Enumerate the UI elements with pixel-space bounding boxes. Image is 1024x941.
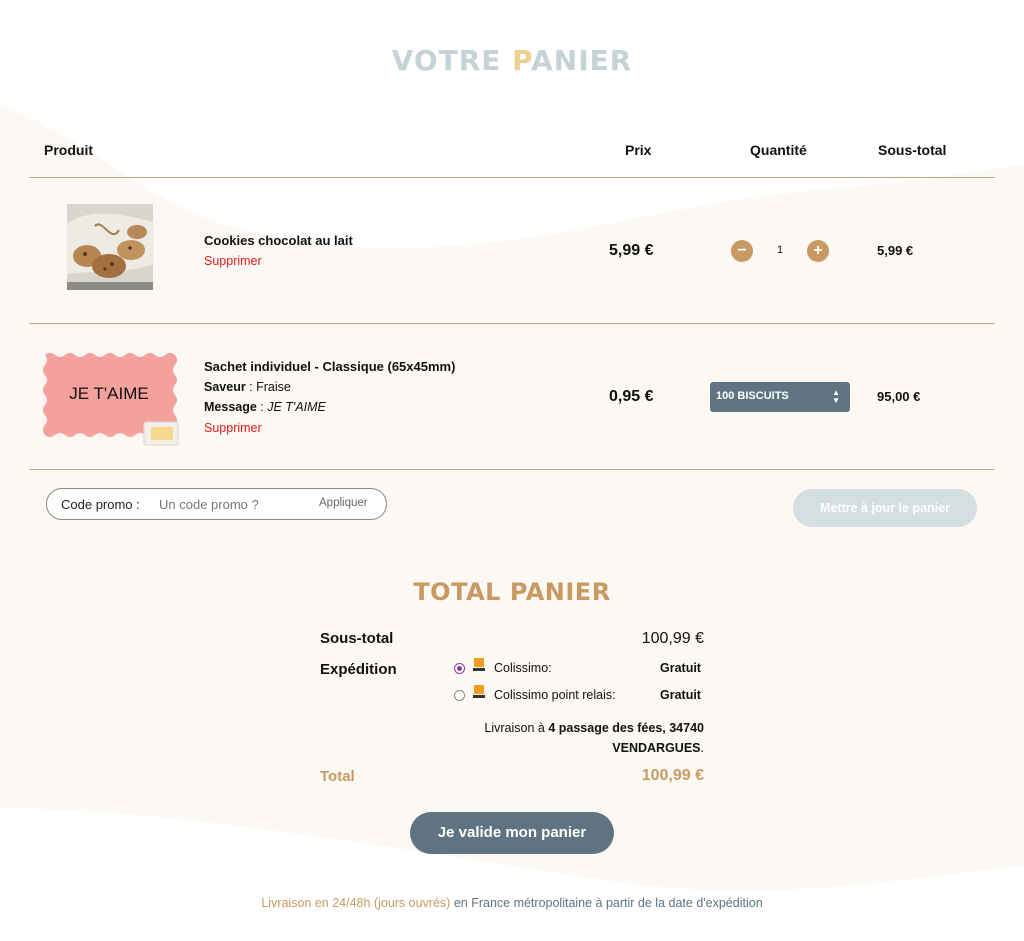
- product-image-sachet[interactable]: JE T'AIME: [41, 351, 179, 447]
- shipping-radio-relay[interactable]: [454, 690, 465, 701]
- colissimo-icon: [473, 658, 485, 671]
- quantity-select[interactable]: 100 BISCUITS ▲ ▼: [710, 382, 850, 412]
- page-title: VOTRE PANIER: [391, 44, 633, 77]
- header-subtotal: Sous-total: [878, 142, 947, 158]
- quantity-value[interactable]: 1: [777, 244, 783, 256]
- divider: [29, 323, 995, 324]
- divider: [29, 177, 995, 178]
- header-price: Prix: [625, 142, 652, 158]
- subtotal-label: Sous-total: [320, 630, 394, 647]
- product-price: 0,95 €: [609, 388, 654, 405]
- product-image-cookies[interactable]: [67, 204, 153, 290]
- validate-cart-button[interactable]: Je valide mon panier: [410, 812, 614, 854]
- promo-code-input[interactable]: [159, 494, 309, 514]
- total-label: Total: [320, 768, 355, 785]
- decrease-quantity-button[interactable]: −: [731, 240, 753, 262]
- shipping-option-price: Gratuit: [660, 688, 701, 702]
- product-subtotal: 5,99 €: [877, 243, 914, 258]
- product-flavor: Saveur : Fraise: [204, 380, 291, 394]
- product-price: 5,99 €: [609, 242, 654, 259]
- subtotal-value: 100,99 €: [641, 630, 704, 647]
- product-subtotal: 95,00 €: [877, 389, 921, 404]
- increase-quantity-button[interactable]: +: [807, 240, 829, 262]
- totals-title: TOTAL PANIER: [413, 578, 611, 606]
- product-name[interactable]: Sachet individuel - Classique (65x45mm): [204, 359, 455, 374]
- delivery-address: Livraison à 4 passage des fées, 34740 VEN…: [484, 721, 704, 755]
- promo-label: Code promo :: [61, 497, 140, 512]
- shipping-option-price: Gratuit: [660, 661, 701, 675]
- select-arrows-icon: ▲ ▼: [832, 388, 840, 405]
- minus-icon: −: [737, 242, 747, 259]
- divider: [29, 469, 995, 470]
- apply-promo-button[interactable]: Appliquer: [319, 497, 368, 509]
- remove-link[interactable]: Supprimer: [204, 254, 262, 268]
- plus-icon: +: [813, 242, 823, 259]
- colissimo-icon: [473, 685, 485, 698]
- total-value: 100,99 €: [641, 767, 704, 784]
- header-product: Produit: [44, 142, 93, 158]
- product-message: Message : JE T'AIME: [204, 400, 326, 414]
- shipping-radio-colissimo[interactable]: [454, 663, 465, 674]
- shipping-option-name[interactable]: Colissimo point relais:: [494, 688, 616, 702]
- product-name[interactable]: Cookies chocolat au lait: [204, 233, 353, 248]
- header-quantity: Quantité: [750, 142, 807, 158]
- shipping-option-name[interactable]: Colissimo:: [494, 661, 552, 675]
- delivery-info-footer: Livraison en 24/48h (jours ouvrés) en Fr…: [261, 896, 763, 910]
- shipping-label: Expédition: [320, 661, 397, 678]
- update-cart-button[interactable]: Mettre à jour le panier: [793, 489, 977, 527]
- sachet-message-text: JE T'AIME: [69, 384, 149, 403]
- promo-code-field: Code promo : Appliquer: [46, 488, 387, 520]
- remove-link[interactable]: Supprimer: [204, 421, 262, 435]
